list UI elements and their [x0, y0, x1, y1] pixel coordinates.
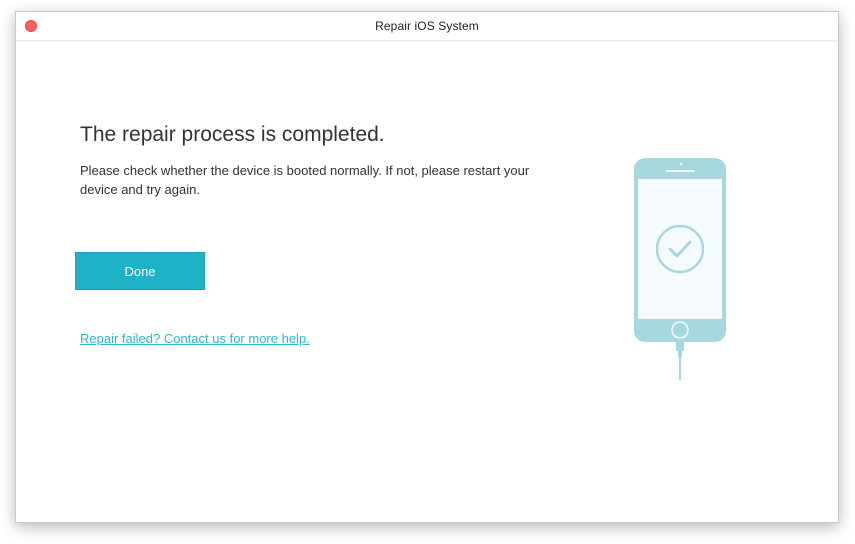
contact-help-link[interactable]: Repair failed? Contact us for more help. [80, 331, 310, 346]
phone-check-icon [634, 158, 726, 380]
cable-connector [676, 342, 684, 351]
cable-neck [678, 351, 682, 357]
page-heading: The repair process is completed. [80, 123, 385, 146]
repair-window: Repair iOS System The repair process is … [15, 11, 839, 523]
window-title: Repair iOS System [375, 19, 479, 33]
phone-camera [679, 162, 683, 166]
status-message: Please check whether the device is boote… [80, 163, 530, 197]
phone-screen [638, 179, 722, 319]
title-bar: Repair iOS System [16, 12, 838, 41]
done-button[interactable]: Done [75, 252, 205, 290]
